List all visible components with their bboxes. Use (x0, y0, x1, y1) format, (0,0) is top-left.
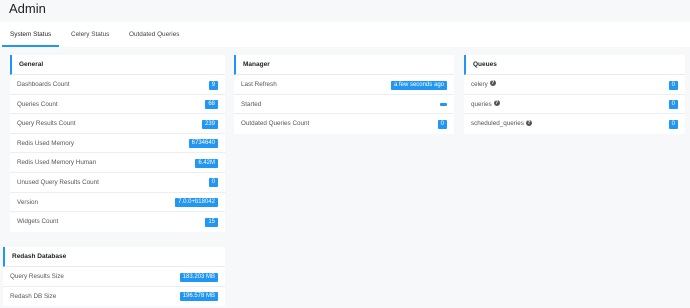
question-circle-icon[interactable]: ? (525, 119, 532, 126)
count-badge: 15 (205, 217, 218, 227)
row-label: Redis Used Memory (17, 139, 75, 147)
general-row-queries-count: Queries Count 68 (10, 95, 225, 115)
general-row-version: Version 7.0.0+b18042 (10, 193, 225, 213)
row-label: scheduled_queries (471, 120, 524, 128)
tab-outdated-queries[interactable]: Outdated Queries (129, 22, 179, 47)
row-label: Started (241, 100, 262, 108)
row-label: Redash DB Size (10, 292, 57, 300)
count-badge: 0 (437, 119, 447, 129)
row-label: Query Results Size (10, 273, 64, 280)
manager-panel: Manager Last Refresh a few seconds ago S… (234, 55, 454, 134)
manager-row-last-refresh: Last Refresh a few seconds ago (234, 75, 454, 95)
general-row-redis-used-memory-human: Redis Used Memory Human 6.42M (10, 153, 225, 173)
row-label: Widgets Count (17, 218, 59, 226)
general-panel: General Dashboards Count 9 Queries Count… (10, 55, 225, 232)
row-label: Unused Query Results Count (17, 178, 99, 186)
row-label: Outdated Queries Count (241, 120, 310, 128)
started-badge (440, 102, 447, 106)
tab-celery-status[interactable]: Celery Status (71, 22, 109, 47)
row-label: Last Refresh (241, 81, 277, 88)
question-circle-icon[interactable]: ? (493, 99, 500, 106)
question-circle-icon[interactable]: ? (489, 80, 496, 87)
general-panel-title: General (10, 55, 225, 75)
tab-system-status[interactable]: System Status (1, 22, 60, 47)
count-badge: 0 (668, 80, 678, 90)
queue-row-celery: celery? 0 (464, 75, 685, 95)
general-row-widgets-count: Widgets Count 15 (10, 212, 225, 232)
row-label: Queries Count (17, 100, 58, 108)
queues-panel-title: Queues (464, 55, 685, 75)
count-badge: 239 (201, 119, 218, 129)
row-label: Dashboards Count (17, 81, 70, 88)
size-badge: 183.203 MB (179, 272, 218, 282)
count-badge: 0 (208, 178, 218, 188)
count-badge: 0 (668, 119, 678, 129)
queue-row-scheduled-queries: scheduled_queries? 0 (464, 114, 685, 134)
general-row-dashboards-count: Dashboards Count 9 (10, 75, 225, 95)
last-refresh-badge: a few seconds ago (390, 80, 447, 90)
database-panel: Redash Database Query Results Size 183.2… (3, 247, 225, 307)
database-row-redash-db-size: Redash DB Size 196.578 MB (3, 287, 225, 307)
general-row-query-results-count: Query Results Count 239 (10, 114, 225, 134)
database-panel-title: Redash Database (3, 247, 225, 267)
admin-tabs: System Status Celery Status Outdated Que… (0, 22, 690, 47)
count-badge: 6.42M (195, 158, 218, 168)
manager-panel-title: Manager (234, 55, 454, 75)
row-label: Version (17, 198, 39, 206)
general-row-redis-used-memory: Redis Used Memory 6734640 (10, 134, 225, 154)
count-badge: 6734640 (188, 139, 218, 149)
row-label: Query Results Count (17, 120, 76, 128)
row-label: celery (471, 81, 488, 88)
size-badge: 196.578 MB (179, 292, 218, 302)
page-title: Admin (9, 1, 46, 16)
manager-row-started: Started (234, 95, 454, 115)
general-row-unused-query-results-count: Unused Query Results Count 0 (10, 173, 225, 193)
row-label: Redis Used Memory Human (17, 159, 97, 167)
manager-row-outdated-queries-count: Outdated Queries Count 0 (234, 114, 454, 134)
count-badge: 0 (668, 100, 678, 110)
queue-row-queries: queries? 0 (464, 95, 685, 115)
version-badge: 7.0.0+b18042 (175, 198, 218, 208)
count-badge: 9 (208, 80, 218, 90)
queues-panel: Queues celery? 0 queries? 0 scheduled_qu… (464, 55, 685, 134)
count-badge: 68 (205, 100, 218, 110)
row-label: queries (471, 100, 492, 108)
database-row-query-results-size: Query Results Size 183.203 MB (3, 267, 225, 287)
